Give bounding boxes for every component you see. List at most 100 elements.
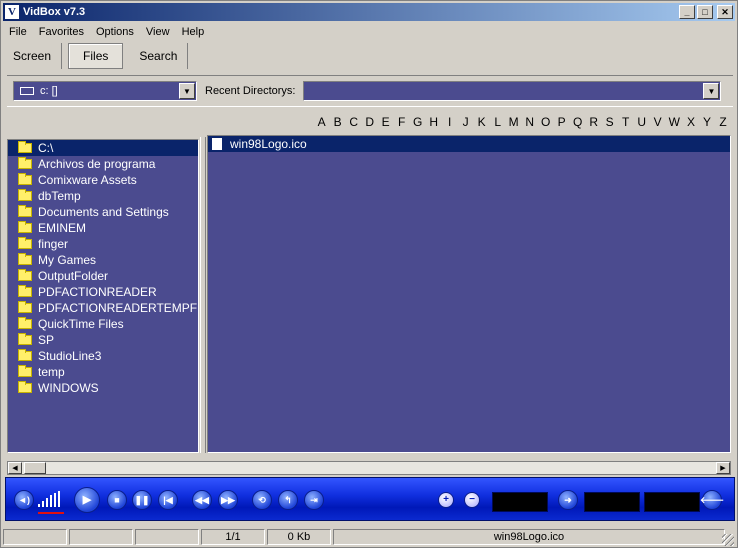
tree-item[interactable]: WINDOWS bbox=[8, 380, 198, 396]
rewind-button[interactable]: ◀◀ bbox=[192, 490, 212, 510]
previous-button[interactable]: 🡐 bbox=[700, 490, 724, 510]
letter-v[interactable]: V bbox=[650, 115, 666, 129]
letter-q[interactable]: Q bbox=[570, 115, 586, 129]
close-button[interactable]: ✕ bbox=[717, 5, 733, 19]
scroll-left-button[interactable]: ◀ bbox=[8, 462, 22, 474]
skip-back-button[interactable]: |◀ bbox=[158, 490, 178, 510]
menu-favorites[interactable]: Favorites bbox=[33, 26, 90, 38]
shuffle-back-button[interactable]: ↰ bbox=[278, 490, 298, 510]
recent-directories-select[interactable]: ▼ bbox=[303, 81, 722, 101]
tree-item[interactable]: EMINEM bbox=[8, 220, 198, 236]
tree-item[interactable]: dbTemp bbox=[8, 188, 198, 204]
minimize-icon: _ bbox=[684, 6, 690, 17]
title-bar[interactable]: V VidBox v7.3 _ □ ✕ bbox=[3, 3, 735, 21]
folder-icon bbox=[18, 221, 32, 233]
tree-item-label: SP bbox=[38, 333, 55, 347]
repeat-button[interactable]: ⟲ bbox=[252, 490, 272, 510]
letter-j[interactable]: J bbox=[458, 115, 474, 129]
tree-root-label: C:\ bbox=[38, 141, 54, 155]
shuffle-forward-icon: ⇥ bbox=[310, 494, 318, 505]
drive-bar: c: [] ▼ Recent Directorys: ▼ bbox=[7, 75, 733, 107]
menu-help[interactable]: Help bbox=[176, 26, 211, 38]
tree-item[interactable]: Archivos de programa bbox=[8, 156, 198, 172]
tab-search[interactable]: Search bbox=[129, 43, 189, 69]
tree-item[interactable]: PDFACTIONREADERTEMPFI bbox=[8, 300, 198, 316]
folder-icon bbox=[18, 317, 32, 329]
zoom-in-button[interactable]: + bbox=[438, 492, 454, 508]
letter-s[interactable]: S bbox=[602, 115, 618, 129]
letter-x[interactable]: X bbox=[683, 115, 699, 129]
letter-e[interactable]: E bbox=[378, 115, 394, 129]
menu-options[interactable]: Options bbox=[90, 26, 140, 38]
letter-m[interactable]: M bbox=[506, 115, 522, 129]
app-logo-icon[interactable]: V bbox=[5, 5, 19, 19]
player-bar: ◄) ▶ ■ ❚❚ |◀ ◀◀ ▶▶ ⟲ ↰ ⇥ + − ➜ 🡐 bbox=[5, 477, 735, 521]
letter-a[interactable]: A bbox=[314, 115, 330, 129]
status-size: 0 Kb bbox=[267, 529, 331, 545]
letter-z[interactable]: Z bbox=[715, 115, 731, 129]
letter-g[interactable]: G bbox=[410, 115, 426, 129]
chevron-down-icon[interactable]: ▼ bbox=[179, 83, 195, 99]
menu-view[interactable]: View bbox=[140, 26, 176, 38]
resize-grip-icon[interactable] bbox=[722, 534, 734, 546]
letter-p[interactable]: P bbox=[554, 115, 570, 129]
letter-t[interactable]: T bbox=[618, 115, 634, 129]
tree-item[interactable]: Documents and Settings bbox=[8, 204, 198, 220]
chevron-down-icon[interactable]: ▼ bbox=[703, 83, 720, 99]
zoom-out-button[interactable]: − bbox=[464, 492, 480, 508]
letter-c[interactable]: C bbox=[346, 115, 362, 129]
letter-y[interactable]: Y bbox=[699, 115, 715, 129]
tree-item[interactable]: Comixware Assets bbox=[8, 172, 198, 188]
letter-o[interactable]: O bbox=[538, 115, 554, 129]
pause-button[interactable]: ❚❚ bbox=[132, 490, 152, 510]
stop-button[interactable]: ■ bbox=[107, 490, 127, 510]
tab-bar: Screen Files Search bbox=[3, 41, 189, 71]
tab-files[interactable]: Files bbox=[68, 43, 124, 69]
tree-item[interactable]: PDFACTIONREADER bbox=[8, 284, 198, 300]
file-list[interactable]: win98Logo.ico bbox=[207, 135, 731, 453]
play-button[interactable]: ▶ bbox=[74, 487, 100, 513]
letter-k[interactable]: K bbox=[474, 115, 490, 129]
letter-r[interactable]: R bbox=[586, 115, 602, 129]
folder-icon bbox=[18, 301, 32, 313]
minimize-button[interactable]: _ bbox=[679, 5, 695, 19]
letter-l[interactable]: L bbox=[490, 115, 506, 129]
horizontal-scrollbar[interactable]: ◀ ▶ bbox=[7, 461, 731, 475]
scroll-thumb[interactable] bbox=[24, 462, 46, 474]
tab-screen[interactable]: Screen bbox=[3, 43, 63, 69]
menu-file[interactable]: File bbox=[3, 26, 33, 38]
tree-item[interactable]: SP bbox=[8, 332, 198, 348]
next-button[interactable]: ➜ bbox=[558, 490, 578, 510]
letter-d[interactable]: D bbox=[362, 115, 378, 129]
fast-forward-button[interactable]: ▶▶ bbox=[218, 490, 238, 510]
tree-item[interactable]: OutputFolder bbox=[8, 268, 198, 284]
volume-meter[interactable] bbox=[38, 490, 64, 510]
tree-item[interactable]: temp bbox=[8, 364, 198, 380]
folder-icon bbox=[18, 269, 32, 281]
pane-splitter[interactable] bbox=[200, 137, 206, 453]
tree-root[interactable]: C:\ bbox=[8, 140, 198, 156]
folder-icon bbox=[18, 365, 32, 377]
tree-item[interactable]: My Games bbox=[8, 252, 198, 268]
tree-item[interactable]: StudioLine3 bbox=[8, 348, 198, 364]
scroll-right-button[interactable]: ▶ bbox=[716, 462, 730, 474]
file-item[interactable]: win98Logo.ico bbox=[208, 136, 730, 152]
tree-item-label: My Games bbox=[38, 253, 97, 267]
letter-f[interactable]: F bbox=[394, 115, 410, 129]
letter-w[interactable]: W bbox=[666, 115, 683, 129]
shuffle-back-icon: ↰ bbox=[284, 494, 292, 505]
letter-i[interactable]: I bbox=[442, 115, 458, 129]
letter-n[interactable]: N bbox=[522, 115, 538, 129]
folder-tree[interactable]: C:\ Archivos de programa Comixware Asset… bbox=[7, 139, 199, 453]
shuffle-forward-button[interactable]: ⇥ bbox=[304, 490, 324, 510]
letter-b[interactable]: B bbox=[330, 115, 346, 129]
tree-item[interactable]: finger bbox=[8, 236, 198, 252]
drive-select[interactable]: c: [] ▼ bbox=[13, 81, 197, 101]
mute-button[interactable]: ◄) bbox=[14, 490, 34, 510]
folder-icon bbox=[18, 237, 32, 249]
maximize-button[interactable]: □ bbox=[697, 5, 713, 19]
letter-u[interactable]: U bbox=[634, 115, 650, 129]
letter-h[interactable]: H bbox=[426, 115, 442, 129]
tree-item[interactable]: QuickTime Files bbox=[8, 316, 198, 332]
speaker-icon: ◄) bbox=[18, 494, 30, 505]
